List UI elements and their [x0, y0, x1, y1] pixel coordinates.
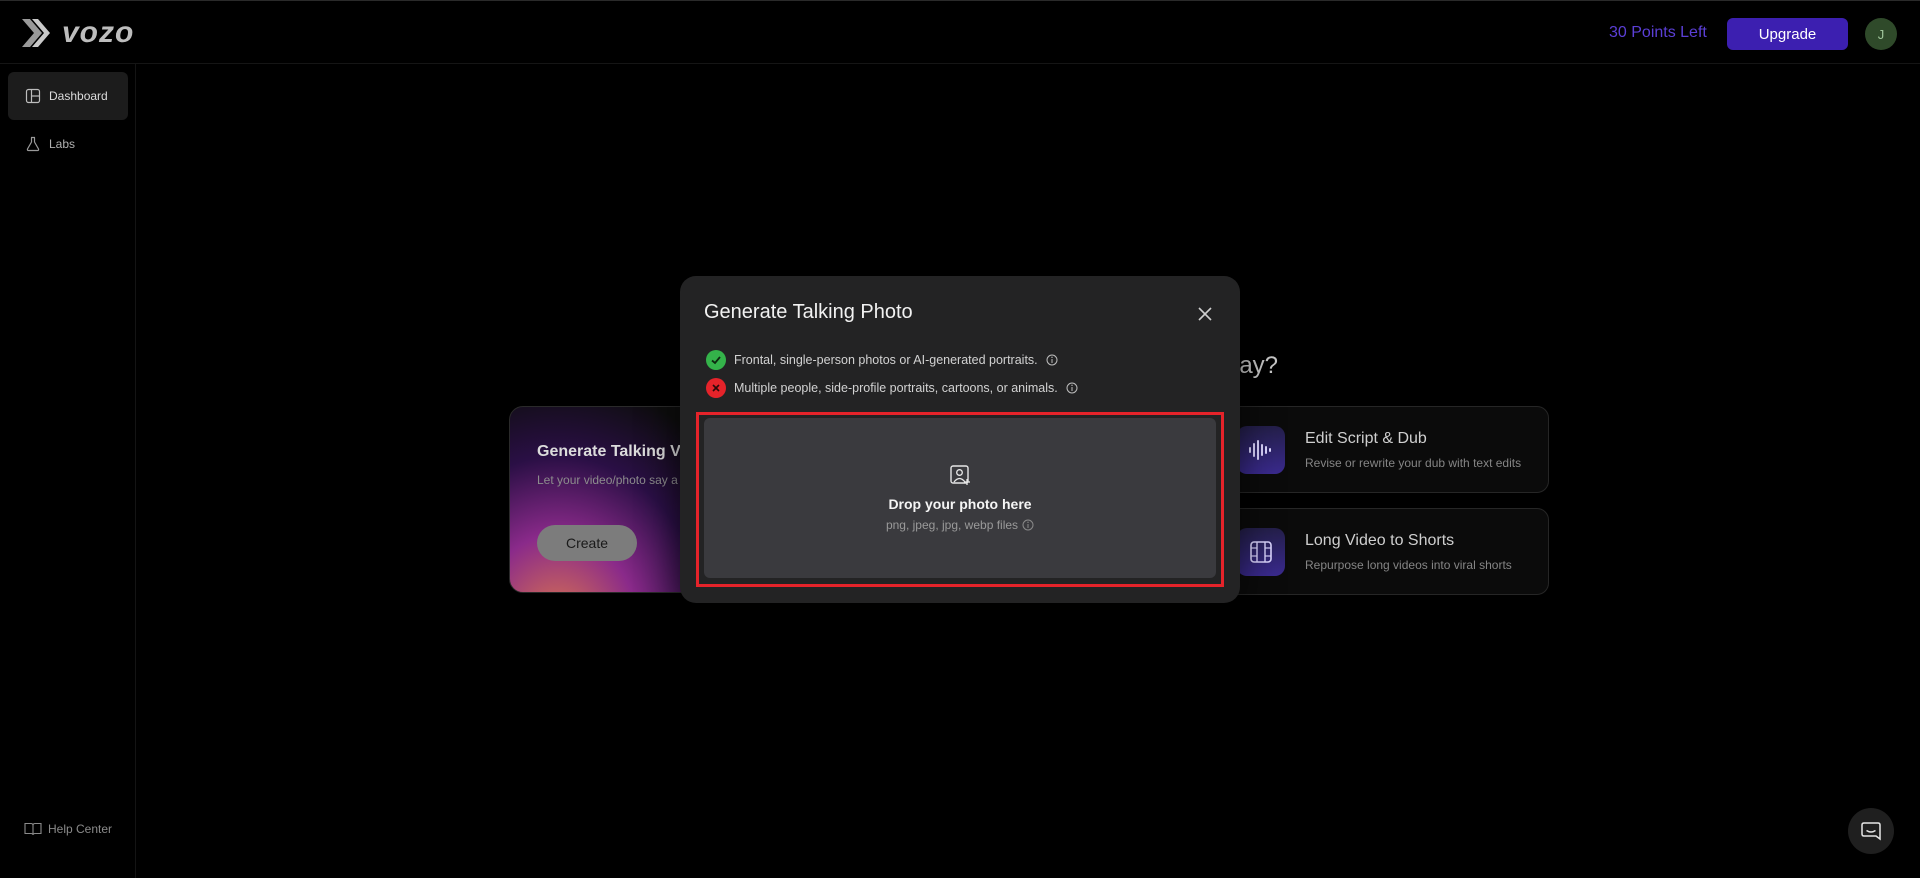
- book-icon: [24, 822, 42, 836]
- help-center-label: Help Center: [48, 822, 113, 836]
- dropzone-title: Drop your photo here: [888, 496, 1032, 512]
- dashboard-heading: lay?: [1234, 352, 1279, 379]
- modal-title: Generate Talking Photo: [704, 301, 913, 323]
- rule-text: Frontal, single-person photos or AI-gene…: [734, 353, 1038, 367]
- tool-card-edit-script[interactable]: Edit Script & Dub Revise or rewrite your…: [1212, 406, 1549, 493]
- info-icon[interactable]: [1066, 382, 1078, 394]
- top-bar: vozo 30 Points Left Upgrade J: [0, 0, 1920, 64]
- formats-text: png, jpeg, jpg, webp files: [885, 518, 1019, 532]
- chat-widget-button[interactable]: [1848, 808, 1894, 854]
- rule-text: Multiple people, side-profile portraits,…: [734, 381, 1058, 395]
- sidebar-item-labs[interactable]: Labs: [8, 120, 128, 168]
- upgrade-button[interactable]: Upgrade: [1727, 18, 1848, 50]
- rule-not-allowed: Multiple people, side-profile portraits,…: [706, 378, 1078, 398]
- tool-title: Edit Script & Dub: [1305, 430, 1427, 447]
- sidebar-item-dashboard[interactable]: Dashboard: [8, 72, 128, 120]
- close-icon: [1198, 307, 1212, 321]
- tool-card-long-video[interactable]: Long Video to Shorts Repurpose long vide…: [1212, 508, 1549, 595]
- logo[interactable]: vozo: [22, 15, 134, 51]
- close-button[interactable]: [1193, 302, 1217, 326]
- film-icon: [1237, 528, 1285, 576]
- sidebar-item-label: Labs: [49, 137, 76, 151]
- add-photo-icon: [950, 465, 970, 485]
- chat-icon: [1861, 822, 1881, 841]
- generate-talking-photo-modal: Generate Talking Photo Frontal, single-p…: [680, 276, 1240, 603]
- tool-subtitle: Repurpose long videos into viral shorts: [1305, 558, 1512, 572]
- points-left: 30 Points Left: [1609, 24, 1707, 41]
- tool-title: Long Video to Shorts: [1305, 532, 1455, 549]
- dashboard-icon: [25, 88, 41, 104]
- flask-icon: [26, 136, 40, 152]
- sidebar-item-label: Dashboard: [49, 89, 108, 103]
- check-icon: [706, 350, 726, 370]
- create-button[interactable]: Create: [537, 525, 637, 561]
- feature-subtitle: Let your video/photo say a: [537, 473, 678, 487]
- photo-dropzone[interactable]: Drop your photo here png, jpeg, jpg, web…: [704, 418, 1216, 578]
- cross-icon: [706, 378, 726, 398]
- info-icon[interactable]: [1022, 519, 1034, 531]
- tool-subtitle: Revise or rewrite your dub with text edi…: [1305, 456, 1522, 470]
- feature-title: Generate Talking V: [537, 443, 681, 460]
- logo-text: vozo: [62, 16, 135, 49]
- help-center-link[interactable]: Help Center: [24, 822, 112, 836]
- sidebar: Dashboard Labs Help Center: [0, 64, 136, 878]
- logo-icon: [22, 19, 50, 47]
- waveform-icon: [1237, 426, 1285, 474]
- info-icon[interactable]: [1046, 354, 1058, 366]
- avatar[interactable]: J: [1865, 18, 1897, 50]
- rule-allowed: Frontal, single-person photos or AI-gene…: [706, 350, 1058, 370]
- dropzone-formats: png, jpeg, jpg, webp files: [704, 518, 1216, 532]
